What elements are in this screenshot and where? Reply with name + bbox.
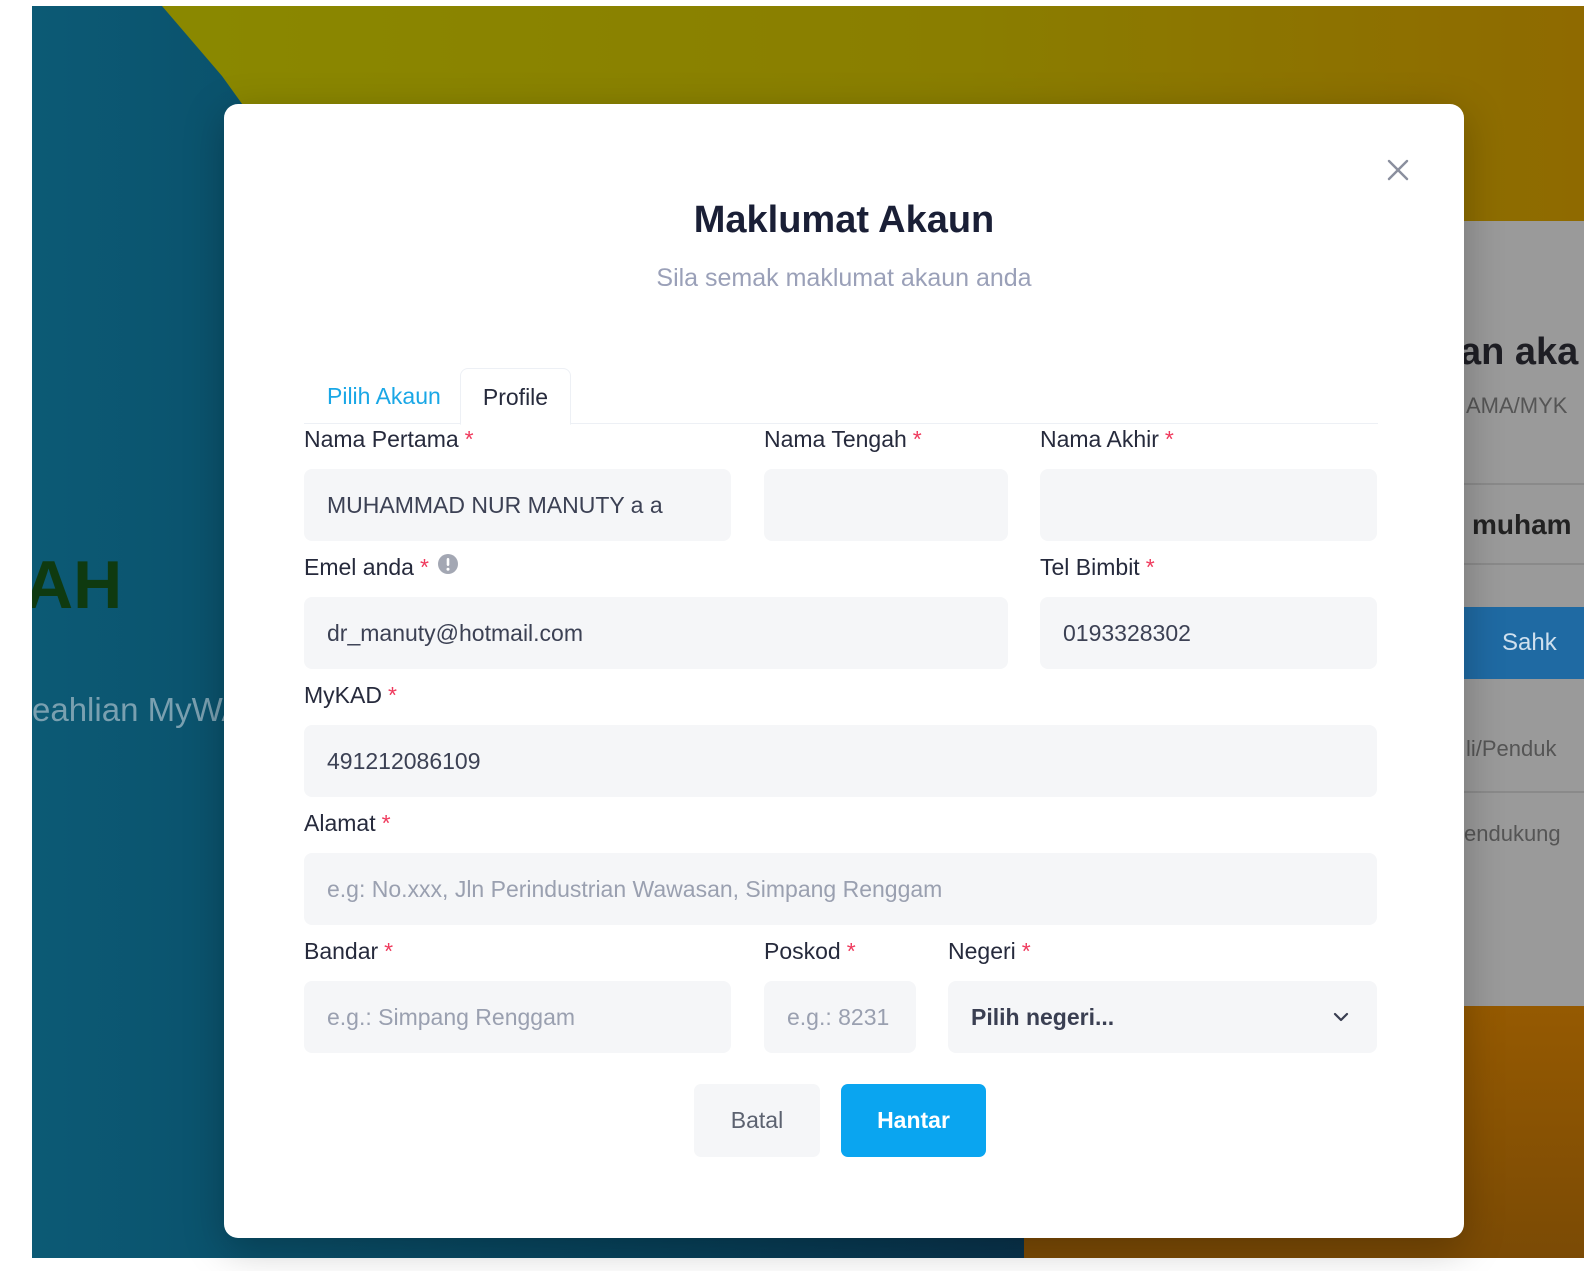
background-card-link: endukung	[1464, 821, 1561, 846]
required-marker: *	[1145, 554, 1155, 580]
modal-subtitle: Sila semak maklumat akaun anda	[656, 264, 1032, 292]
alamat-label: Alamat *	[304, 810, 391, 836]
required-marker: *	[384, 938, 394, 964]
tab-bar: Pilih Akaun Profile	[304, 368, 1378, 425]
mykad-field[interactable]: 491212086109	[304, 725, 1377, 797]
modal-title: Maklumat Akaun	[693, 199, 995, 241]
required-marker: *	[1164, 426, 1174, 452]
postcode-field[interactable]: e.g.: 8231	[764, 981, 916, 1053]
background-card-button-label: Sahk	[1502, 629, 1557, 656]
poskod-label: Poskod *	[764, 938, 856, 964]
emel-label: Emel anda *	[304, 553, 459, 581]
state-select-value: Pilih negeri...	[971, 1004, 1115, 1030]
required-marker: *	[387, 682, 397, 708]
background-card-link: li/Penduk	[1466, 736, 1557, 761]
nama-akhir-input[interactable]	[1040, 469, 1377, 541]
required-marker: *	[1021, 938, 1031, 964]
chevron-down-icon	[1333, 1012, 1349, 1022]
required-marker: *	[912, 426, 922, 452]
background-heading: AH	[32, 547, 123, 623]
info-icon[interactable]	[437, 553, 459, 581]
required-marker: *	[381, 810, 391, 836]
submit-button[interactable]: Hantar	[841, 1084, 986, 1157]
background-side-card: an aka AMA/MYK muham Sahk li/Penduk endu…	[1452, 221, 1584, 1006]
state-select[interactable]: Pilih negeri...	[948, 981, 1377, 1053]
background-card-divider	[1462, 483, 1584, 485]
background-card-divider	[1462, 791, 1584, 793]
tel-bimbit-label: Tel Bimbit *	[1040, 554, 1155, 580]
required-marker: *	[419, 554, 429, 580]
nama-tengah-input[interactable]	[764, 469, 1008, 541]
required-marker: *	[464, 426, 474, 452]
background-card-title: an aka	[1460, 331, 1579, 373]
nama-akhir-label: Nama Akhir *	[1040, 426, 1174, 452]
nama-pertama-label: Nama Pertama *	[304, 426, 474, 452]
phone-field[interactable]: 0193328302	[1040, 597, 1377, 669]
background-subtext: eahlian MyWA	[32, 691, 244, 728]
tab-pilih-akaun[interactable]: Pilih Akaun	[304, 368, 460, 424]
email-field[interactable]: dr_manuty@hotmail.com	[304, 597, 1008, 669]
required-marker: *	[846, 938, 856, 964]
nama-pertama-input[interactable]: MUHAMMAD NUR MANUTY a a	[304, 469, 731, 541]
cancel-button[interactable]: Batal	[694, 1084, 820, 1157]
account-info-modal: Maklumat Akaun Sila semak maklumat akaun…	[224, 104, 1464, 1238]
bandar-label: Bandar *	[304, 938, 394, 964]
close-icon	[1387, 159, 1409, 181]
background-card-divider	[1462, 563, 1584, 565]
city-field[interactable]: e.g.: Simpang Renggam	[304, 981, 731, 1053]
background-card-label: AMA/MYK	[1466, 393, 1568, 418]
mykad-label: MyKAD *	[304, 682, 397, 708]
background-card-value: muham	[1472, 509, 1572, 540]
address-field[interactable]: e.g: No.xxx, Jln Perindustrian Wawasan, …	[304, 853, 1377, 925]
background-card-button: Sahk	[1462, 607, 1584, 679]
close-button[interactable]	[1384, 156, 1412, 184]
tab-profile[interactable]: Profile	[460, 368, 571, 425]
negeri-label: Negeri *	[948, 938, 1031, 964]
nama-tengah-label: Nama Tengah *	[764, 426, 922, 452]
